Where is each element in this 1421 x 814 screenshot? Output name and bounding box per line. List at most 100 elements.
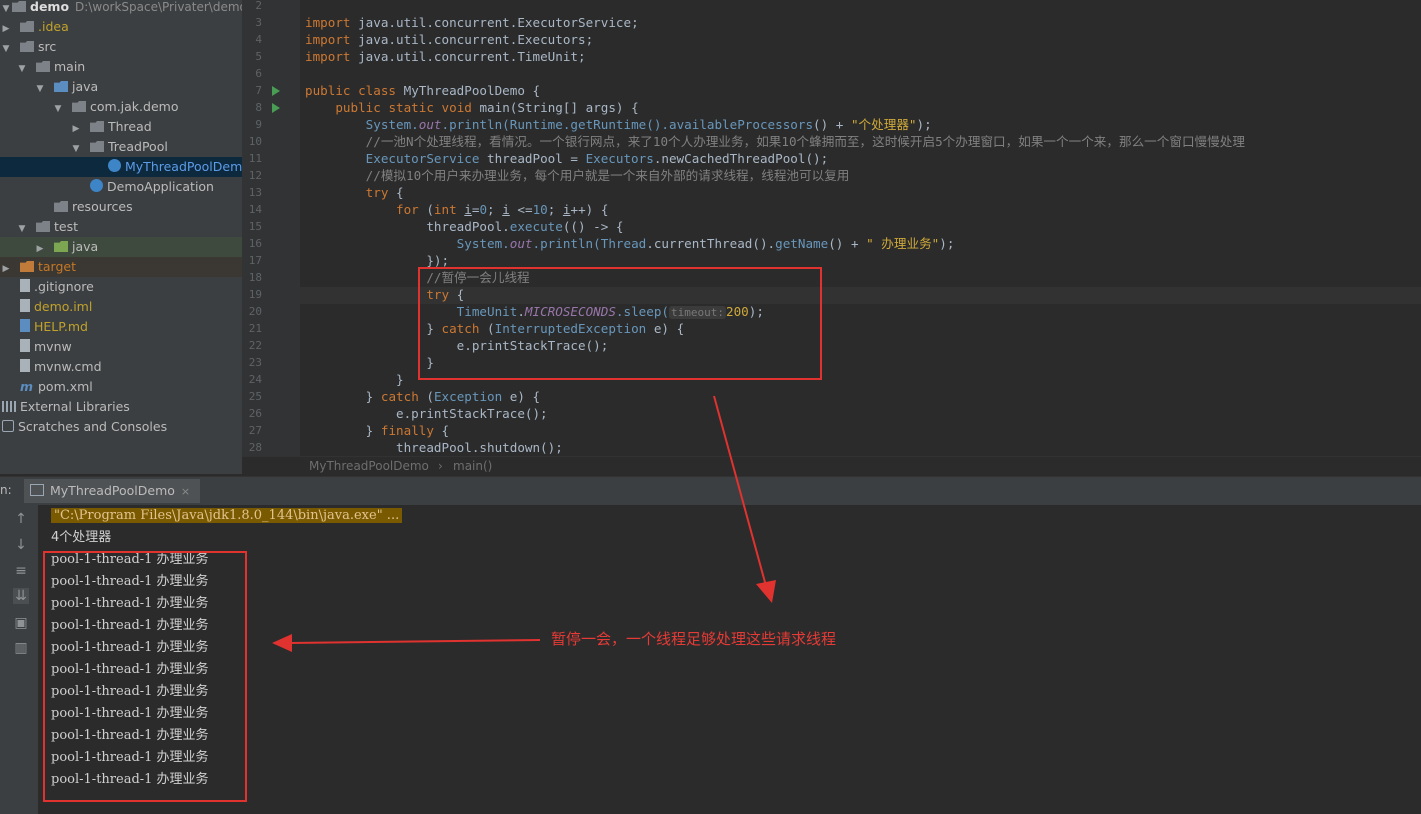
line-number: 3: [255, 16, 262, 29]
tree-item-pom-xml[interactable]: m pom.xml: [20, 377, 242, 397]
project-tool-window: ▼ demo D:\workSpace\Privater\demo ▶ .idea ▼…: [0, 0, 242, 474]
run-tab[interactable]: MyThreadPoolDemo ×: [24, 479, 201, 503]
line-number: 22: [248, 339, 262, 352]
tree-item-external-libraries[interactable]: External Libraries: [2, 397, 242, 417]
chevron-down-icon[interactable]: ▼: [52, 99, 64, 119]
line-number: 2: [255, 0, 262, 12]
line-number: 16: [248, 237, 262, 250]
line-number: 28: [248, 441, 262, 454]
line-number: 5: [255, 50, 262, 63]
chevron-right-icon[interactable]: ▶: [70, 119, 82, 139]
tree-item-resources[interactable]: resources: [54, 197, 242, 217]
tree-item-demo[interactable]: ▼ demo D:\workSpace\Privater\demo: [0, 0, 242, 17]
print-icon[interactable]: ▣: [13, 615, 29, 631]
annotation-box-code: [418, 267, 822, 380]
run-arrow-icon[interactable]: [272, 86, 280, 96]
chevron-down-icon[interactable]: ▼: [16, 219, 28, 239]
class-icon: [90, 179, 103, 192]
code-line: try {: [365, 185, 404, 200]
folder-icon: [54, 201, 68, 212]
run-tool-window-header: n: MyThreadPoolDemo ×: [0, 476, 1421, 506]
tree-item-label: com.jak.demo: [90, 99, 179, 114]
console-command-line: "C:\Program Files\Java\jdk1.8.0_144\bin\…: [51, 505, 403, 527]
code-line: } finally {: [365, 423, 450, 438]
tree-item-mvnw-cmd[interactable]: mvnw.cmd: [20, 357, 242, 377]
chevron-right-icon[interactable]: ▶: [0, 19, 12, 39]
code-line: //一池N个处理线程，看情况。一个银行网点，来了10个人办理业务，如果10个蜂拥…: [365, 134, 1245, 149]
line-number: 11: [248, 152, 262, 165]
tree-item-demoapplication[interactable]: DemoApplication: [90, 177, 242, 197]
tree-item-label: mvnw.cmd: [34, 359, 102, 374]
tree-item-idea[interactable]: ▶ .idea: [0, 17, 242, 37]
chevron-right-icon[interactable]: ▶: [0, 259, 12, 279]
line-number: 17: [248, 254, 262, 267]
code-line: e.printStackTrace();: [396, 406, 548, 421]
down-arrow-icon[interactable]: ↓: [13, 537, 29, 553]
tree-item-src[interactable]: ▼ src: [0, 37, 242, 57]
tree-item-label: .idea: [38, 19, 69, 34]
run-arrow-icon[interactable]: [272, 103, 280, 113]
tree-item-scratches[interactable]: Scratches and Consoles: [2, 417, 242, 437]
tree-item-target[interactable]: ▶ target: [0, 257, 242, 277]
code-line: }: [396, 372, 404, 387]
code-line: import java.util.concurrent.Executors;: [305, 32, 594, 47]
tree-item-label: demo.iml: [34, 299, 93, 314]
code-line: }: [426, 355, 434, 370]
tree-item-label: mvnw: [34, 339, 72, 354]
code-line: public static void main(String[] args) {: [335, 100, 639, 115]
file-icon: [20, 299, 30, 312]
up-arrow-icon[interactable]: ↑: [13, 511, 29, 527]
tree-item-test[interactable]: ▼ test: [16, 217, 242, 237]
console-icon: [30, 484, 44, 496]
folder-icon: [90, 141, 104, 152]
tree-item-treadpool[interactable]: ▼ TreadPool: [70, 137, 242, 157]
chevron-right-icon[interactable]: ▶: [34, 239, 46, 259]
tree-item-mythreadpooldemo[interactable]: MyThreadPoolDemo: [0, 157, 242, 177]
breadcrumb-method[interactable]: main(): [453, 457, 492, 475]
chevron-down-icon[interactable]: ▼: [70, 139, 82, 159]
tree-item-label: .gitignore: [34, 279, 94, 294]
line-number: 14: [248, 203, 262, 216]
tree-item-label: main: [54, 59, 86, 74]
class-icon: [108, 159, 121, 172]
tree-item-help-md[interactable]: HELP.md: [20, 317, 242, 337]
tree-item-thread[interactable]: ▶ Thread: [70, 117, 242, 137]
run-label: n:: [0, 483, 12, 497]
folder-icon: [36, 221, 50, 232]
line-number: 21: [248, 322, 262, 335]
tree-item-test-java[interactable]: ▶ java: [0, 237, 242, 257]
code-line: ExecutorService threadPool = Executors.n…: [365, 151, 829, 166]
breadcrumb-class[interactable]: MyThreadPoolDemo: [309, 457, 429, 475]
tree-item-label: HELP.md: [34, 319, 88, 334]
line-number: 13: [248, 186, 262, 199]
folder-icon: [12, 1, 26, 12]
annotation-box-output: [43, 551, 247, 802]
tree-item-label: Thread: [108, 119, 152, 134]
scroll-to-end-icon[interactable]: ⇊: [13, 588, 29, 604]
chevron-down-icon[interactable]: ▼: [0, 39, 12, 59]
line-number: 8: [255, 101, 262, 114]
tree-item-demo-iml[interactable]: demo.iml: [20, 297, 242, 317]
tree-item-label: TreadPool: [108, 139, 168, 154]
soft-wrap-icon[interactable]: ≡: [13, 563, 29, 579]
code-line: public class MyThreadPoolDemo {: [305, 83, 541, 98]
chevron-down-icon[interactable]: ▼: [34, 79, 46, 99]
folder-icon: [54, 81, 68, 92]
code-editor[interactable]: import java.util.concurrent.ExecutorServ…: [300, 0, 1421, 456]
tree-item-label: java: [72, 239, 99, 254]
chevron-down-icon[interactable]: ▼: [16, 59, 28, 79]
tree-item-gitignore[interactable]: .gitignore: [20, 277, 242, 297]
tree-item-java[interactable]: ▼ java: [34, 77, 242, 97]
folder-icon: [54, 241, 68, 252]
close-icon[interactable]: ×: [181, 485, 190, 498]
tree-item-label: DemoApplication: [107, 179, 214, 194]
run-side-toolbar: ↑ ↓ ≡ ⇊ ▣ ▥: [0, 505, 39, 814]
code-line: System.out.println(Runtime.getRuntime().…: [365, 117, 932, 132]
tree-item-label: MyThreadPoolDemo: [125, 159, 242, 174]
tree-item-mvnw[interactable]: mvnw: [20, 337, 242, 357]
code-line: } catch (Exception e) {: [365, 389, 541, 404]
folder-icon: [90, 121, 104, 132]
tree-item-package[interactable]: ▼ com.jak.demo: [52, 97, 242, 117]
tree-item-main[interactable]: ▼ main: [16, 57, 242, 77]
trash-icon[interactable]: ▥: [13, 640, 29, 656]
